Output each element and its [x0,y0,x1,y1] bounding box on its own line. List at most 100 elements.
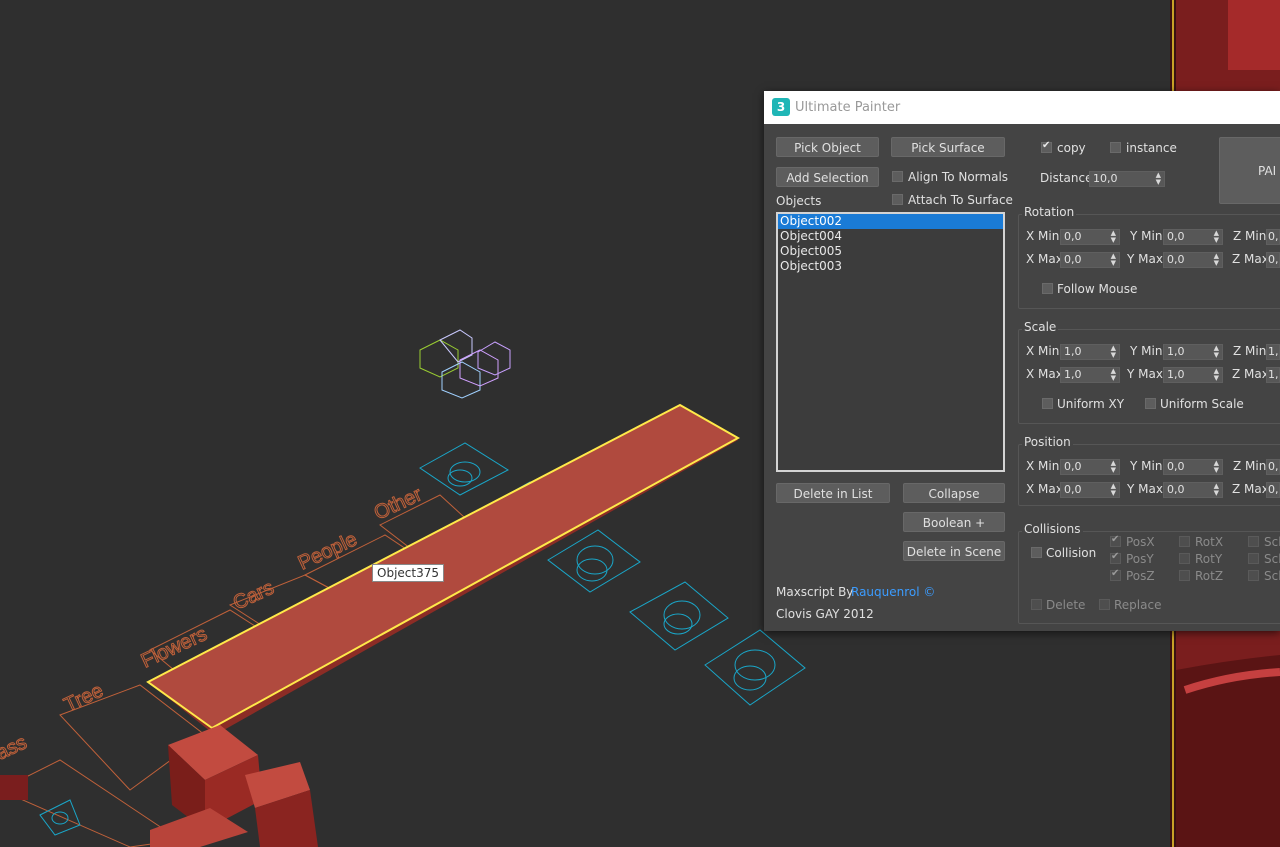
rotation-ymin-spinner[interactable]: 0,0 ▲ ▼ [1163,229,1223,245]
list-item[interactable]: Object004 [778,229,1003,244]
follow-mouse-checkbox[interactable] [1042,283,1053,294]
list-item[interactable]: Object003 [778,259,1003,274]
position-ymax-spinner[interactable]: 0,0 ▲ ▼ [1163,482,1223,498]
follow-mouse-label: Follow Mouse [1057,282,1138,296]
posx-label: PosX [1126,535,1155,549]
scale-zmax-spinner[interactable]: 1, [1266,367,1280,383]
position-xmax-label: X Max [1026,482,1063,496]
position-zmax-value: 0, [1268,483,1279,496]
instance-checkbox[interactable] [1110,142,1121,153]
spinner-arrows-icon[interactable]: ▲ ▼ [1214,460,1219,474]
position-xmin-spinner[interactable]: 0,0 ▲ ▼ [1060,459,1120,475]
position-group [1018,444,1280,506]
position-xmax-spinner[interactable]: 0,0 ▲ ▼ [1060,482,1120,498]
posy-checkbox[interactable] [1110,551,1121,564]
uniform-scale-label: Uniform Scale [1160,397,1244,411]
collision-checkbox[interactable] [1031,547,1042,558]
rotation-xmin-spinner[interactable]: 0,0 ▲ ▼ [1060,229,1120,245]
spinner-arrows-icon[interactable]: ▲ ▼ [1111,368,1116,382]
objects-listbox[interactable]: Object002 Object004 Object005 Object003 [776,212,1005,472]
paint-button[interactable]: PAI [1219,137,1280,204]
position-xmin-label: X Min [1026,459,1060,473]
rotation-ymax-label: Y Max [1127,252,1163,266]
pick-surface-button[interactable]: Pick Surface [891,137,1005,157]
sclx-checkbox[interactable] [1248,536,1259,547]
delete-in-scene-button[interactable]: Delete in Scene [903,541,1005,561]
roty-label: RotY [1195,552,1223,566]
align-to-normals-checkbox[interactable] [892,171,903,182]
collapse-button[interactable]: Collapse [903,483,1005,503]
spinner-arrows-icon[interactable]: ▲ ▼ [1214,345,1219,359]
rotation-xmax-value: 0,0 [1064,253,1082,266]
author-link[interactable]: Rauquenrol © [851,585,935,599]
scale-xmax-spinner[interactable]: 1,0 ▲ ▼ [1060,367,1120,383]
spinner-arrows-icon[interactable]: ▲ ▼ [1214,253,1219,267]
uniform-xy-checkbox[interactable] [1042,398,1053,409]
delete-checkbox[interactable] [1031,599,1042,610]
spinner-arrows-icon[interactable]: ▲ ▼ [1214,483,1219,497]
attach-to-surface-checkbox[interactable] [892,194,903,205]
scly-checkbox[interactable] [1248,553,1259,564]
scale-zmin-spinner[interactable]: 1, [1266,344,1280,360]
scale-xmax-value: 1,0 [1064,368,1082,381]
spinner-arrows-icon[interactable]: ▲ ▼ [1111,253,1116,267]
scale-ymax-spinner[interactable]: 1,0 ▲ ▼ [1163,367,1223,383]
position-ymax-value: 0,0 [1167,483,1185,496]
rotation-zmax-value: 0, [1268,253,1279,266]
uniform-scale-checkbox[interactable] [1145,398,1156,409]
ultimate-painter-dialog: 3 Ultimate Painter Pick Object Pick Surf… [764,91,1280,631]
spinner-arrows-icon[interactable]: ▲ ▼ [1111,483,1116,497]
uniform-xy-label: Uniform XY [1057,397,1125,411]
position-zmax-spinner[interactable]: 0, [1266,482,1280,498]
roty-checkbox[interactable] [1179,553,1190,564]
rotation-ymax-value: 0,0 [1167,253,1185,266]
position-zmin-label: Z Min [1233,459,1267,473]
scale-xmin-spinner[interactable]: 1,0 ▲ ▼ [1060,344,1120,360]
spinner-arrows-icon[interactable]: ▲ ▼ [1111,230,1116,244]
rotx-checkbox[interactable] [1179,536,1190,547]
spinner-arrows-icon[interactable]: ▲ ▼ [1214,230,1219,244]
dialog-titlebar[interactable]: 3 Ultimate Painter [764,91,1280,124]
posx-checkbox[interactable] [1110,534,1121,547]
scale-ymin-value: 1,0 [1167,345,1185,358]
distance-label: Distance [1040,171,1093,185]
rotation-xmin-label: X Min [1026,229,1060,243]
rotation-ymax-spinner[interactable]: 0,0 ▲ ▼ [1163,252,1223,268]
posz-checkbox[interactable] [1110,568,1121,581]
add-selection-button[interactable]: Add Selection [776,167,879,187]
collision-label: Collision [1046,546,1097,560]
boolean-button[interactable]: Boolean + [903,512,1005,532]
spinner-arrows-icon[interactable]: ▲ ▼ [1111,345,1116,359]
instance-label: instance [1126,141,1177,155]
list-item[interactable]: Object002 [778,214,1003,229]
rotation-group-title: Rotation [1022,205,1077,219]
rotation-zmax-spinner[interactable]: 0, [1266,252,1280,268]
delete-in-list-button[interactable]: Delete in List [776,483,890,503]
rotation-xmax-label: X Max [1026,252,1063,266]
pick-object-button[interactable]: Pick Object [776,137,879,157]
position-xmax-value: 0,0 [1064,483,1082,496]
copy-checkbox[interactable] [1041,140,1052,153]
rotx-label: RotX [1195,535,1224,549]
posz-label: PosZ [1126,569,1155,583]
position-ymin-label: Y Min [1130,459,1163,473]
rotation-xmax-spinner[interactable]: 0,0 ▲ ▼ [1060,252,1120,268]
3dsmax-logo-icon: 3 [772,98,790,116]
spinner-arrows-icon[interactable]: ▲ ▼ [1111,460,1116,474]
maxscript-by-label: Maxscript By [776,585,854,599]
rotz-label: RotZ [1195,569,1224,583]
list-item[interactable]: Object005 [778,244,1003,259]
rotation-zmin-label: Z Min [1233,229,1267,243]
rotation-zmin-spinner[interactable]: 0, [1266,229,1280,245]
replace-checkbox[interactable] [1099,599,1110,610]
sclz-checkbox[interactable] [1248,570,1259,581]
spinner-arrows-icon[interactable]: ▲ ▼ [1214,368,1219,382]
distance-spinner[interactable]: 10,0 ▲ ▼ [1089,171,1165,187]
position-ymin-spinner[interactable]: 0,0 ▲ ▼ [1163,459,1223,475]
scly-label: Scl [1264,552,1280,566]
spinner-arrows-icon[interactable]: ▲ ▼ [1156,172,1161,186]
position-zmin-spinner[interactable]: 0, [1266,459,1280,475]
position-ymin-value: 0,0 [1167,460,1185,473]
scale-ymin-spinner[interactable]: 1,0 ▲ ▼ [1163,344,1223,360]
rotz-checkbox[interactable] [1179,570,1190,581]
